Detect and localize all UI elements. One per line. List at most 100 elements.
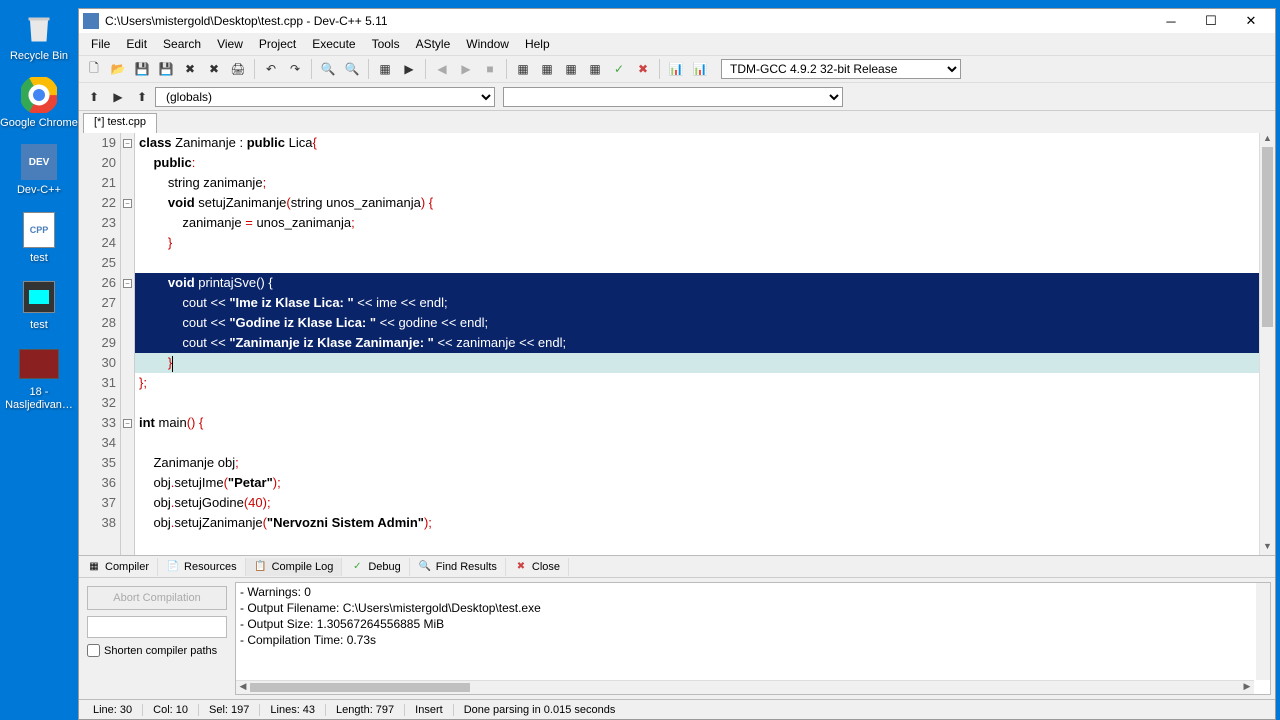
desktop-icon-label: Google Chrome (0, 117, 78, 130)
statusbar: Line: 30 Col: 10 Sel: 197 Lines: 43 Leng… (79, 699, 1275, 719)
desktop-icon-recycle-bin[interactable]: Recycle Bin (0, 8, 78, 63)
tab-resources[interactable]: 📄Resources (158, 558, 246, 576)
tab-compile-log[interactable]: 📋Compile Log (246, 558, 343, 576)
menu-window[interactable]: Window (458, 35, 517, 53)
tab-debug[interactable]: ✓Debug (342, 558, 409, 576)
menu-astyle[interactable]: AStyle (408, 35, 459, 53)
debug-check-icon[interactable]: ✓ (608, 58, 630, 80)
menu-tools[interactable]: Tools (364, 35, 408, 53)
menu-search[interactable]: Search (155, 35, 209, 53)
desktop-icon-test-cpp[interactable]: CPP test (0, 210, 78, 265)
goto-line-icon[interactable]: ⬆ (131, 86, 153, 108)
rebuild-icon[interactable]: ▦ (536, 58, 558, 80)
toolbar-separator (368, 59, 369, 79)
close-icon: ✖ (514, 560, 528, 574)
menu-file[interactable]: File (83, 35, 118, 53)
compiler-select[interactable]: TDM-GCC 4.9.2 32-bit Release (721, 59, 961, 79)
menu-help[interactable]: Help (517, 35, 558, 53)
status-line: Line: 30 (83, 704, 143, 716)
tab-compiler[interactable]: ▦Compiler (79, 558, 158, 576)
scope-select[interactable]: (globals) (155, 87, 495, 107)
scroll-up-icon[interactable]: ▲ (1260, 133, 1275, 147)
goto-function-icon[interactable]: ⬆ (83, 86, 105, 108)
find-icon: 🔍 (418, 560, 432, 574)
desktop-icon-video[interactable]: 18 - Nasljeđivan… (0, 344, 78, 412)
window-title: C:\Users\mistergold\Desktop\test.cpp - D… (105, 14, 1151, 28)
bookmark-icon[interactable]: ■ (479, 58, 501, 80)
code-editor[interactable]: class Zanimanje : public Lica{ public: s… (135, 133, 1275, 555)
app-window: C:\Users\mistergold\Desktop\test.cpp - D… (78, 8, 1276, 720)
compile-log-output[interactable]: - Warnings: 0- Output Filename: C:\Users… (235, 582, 1271, 695)
redo-icon[interactable]: ↷ (284, 58, 306, 80)
recycle-bin-icon (19, 8, 59, 48)
status-insert: Insert (405, 704, 454, 716)
run-icon[interactable]: ▶ (398, 58, 420, 80)
menu-edit[interactable]: Edit (118, 35, 155, 53)
close-file-icon[interactable]: ✖ (179, 58, 201, 80)
scrollbar-thumb[interactable] (250, 683, 470, 692)
tab-find-results[interactable]: 🔍Find Results (410, 558, 506, 576)
abort-compilation-button[interactable]: Abort Compilation (87, 586, 227, 610)
status-parse: Done parsing in 0.015 seconds (454, 704, 626, 716)
new-file-icon[interactable]: 🗋 (83, 58, 105, 80)
scroll-down-icon[interactable]: ▼ (1260, 541, 1275, 555)
menu-view[interactable]: View (209, 35, 251, 53)
compile-icon[interactable]: ▦ (374, 58, 396, 80)
minimize-button[interactable]: ─ (1151, 10, 1191, 32)
toolbar-separator (506, 59, 507, 79)
compile-run-icon[interactable]: ▦ (512, 58, 534, 80)
compile-log-panel: Abort Compilation Shorten compiler paths… (79, 577, 1275, 699)
bottom-panel-tabs: ▦Compiler 📄Resources 📋Compile Log ✓Debug… (79, 555, 1275, 577)
toolbar-separator (425, 59, 426, 79)
scroll-right-icon[interactable]: ▶ (1240, 681, 1254, 694)
symbol-select[interactable] (503, 87, 843, 107)
toolbar-separator (659, 59, 660, 79)
compile-controls: Abort Compilation Shorten compiler paths (79, 578, 235, 699)
tab-close[interactable]: ✖Close (506, 558, 569, 576)
desktop-icon-label: Dev-C++ (17, 184, 61, 197)
goto-bookmark-icon[interactable]: ▶ (107, 86, 129, 108)
print-icon[interactable]: 🖨 (227, 58, 249, 80)
menu-execute[interactable]: Execute (304, 35, 363, 53)
vertical-scrollbar[interactable]: ▲ ▼ (1259, 133, 1275, 555)
menu-project[interactable]: Project (251, 35, 304, 53)
save-icon[interactable]: 💾 (131, 58, 153, 80)
nav-back-icon[interactable]: ◀ (431, 58, 453, 80)
replace-icon[interactable]: 🔍 (341, 58, 363, 80)
maximize-button[interactable]: ☐ (1191, 10, 1231, 32)
delete-profile-icon[interactable]: 📊 (689, 58, 711, 80)
desktop-icon-devcpp[interactable]: DEV Dev-C++ (0, 142, 78, 197)
titlebar[interactable]: C:\Users\mistergold\Desktop\test.cpp - D… (79, 9, 1275, 33)
editor-tabs: [*] test.cpp (79, 111, 1275, 133)
status-sel: Sel: 197 (199, 704, 260, 716)
log-vertical-scrollbar[interactable] (1256, 583, 1270, 680)
find-icon[interactable]: 🔍 (317, 58, 339, 80)
desktop-icon-label: 18 - Nasljeđivan… (0, 386, 78, 412)
main-toolbar: 🗋 📂 💾 💾 ✖ ✖ 🖨 ↶ ↷ 🔍 🔍 ▦ ▶ ◀ ▶ ■ ▦ ▦ ▦ ▦ … (79, 55, 1275, 83)
nav-fwd-icon[interactable]: ▶ (455, 58, 477, 80)
close-all-icon[interactable]: ✖ (203, 58, 225, 80)
desktop-icon-label: test (30, 252, 48, 265)
debug-stop-icon[interactable]: ✖ (632, 58, 654, 80)
syntax-check-icon[interactable]: ▦ (560, 58, 582, 80)
tab-test-cpp[interactable]: [*] test.cpp (83, 113, 157, 133)
open-file-icon[interactable]: 📂 (107, 58, 129, 80)
desktop-icon-chrome[interactable]: Google Chrome (0, 75, 78, 130)
app-icon (83, 13, 99, 29)
shorten-paths-checkbox[interactable]: Shorten compiler paths (87, 644, 227, 657)
chrome-icon (19, 75, 59, 115)
save-all-icon[interactable]: 💾 (155, 58, 177, 80)
devcpp-icon: DEV (19, 142, 59, 182)
profile-icon[interactable]: 📊 (665, 58, 687, 80)
line-number-gutter: 1920212223242526272829303132333435363738 (79, 133, 121, 555)
scroll-left-icon[interactable]: ◀ (236, 681, 250, 694)
desktop-icon-test-exe[interactable]: test (0, 277, 78, 332)
log-horizontal-scrollbar[interactable]: ◀ ▶ (236, 680, 1254, 694)
compile-current-icon[interactable]: ▦ (584, 58, 606, 80)
scrollbar-thumb[interactable] (1262, 147, 1273, 327)
desktop-icon-label: test (30, 319, 48, 332)
compile-filter-input[interactable] (87, 616, 227, 638)
desktop: Recycle Bin Google Chrome DEV Dev-C++ CP… (0, 0, 78, 720)
close-button[interactable]: ✕ (1231, 10, 1271, 32)
undo-icon[interactable]: ↶ (260, 58, 282, 80)
